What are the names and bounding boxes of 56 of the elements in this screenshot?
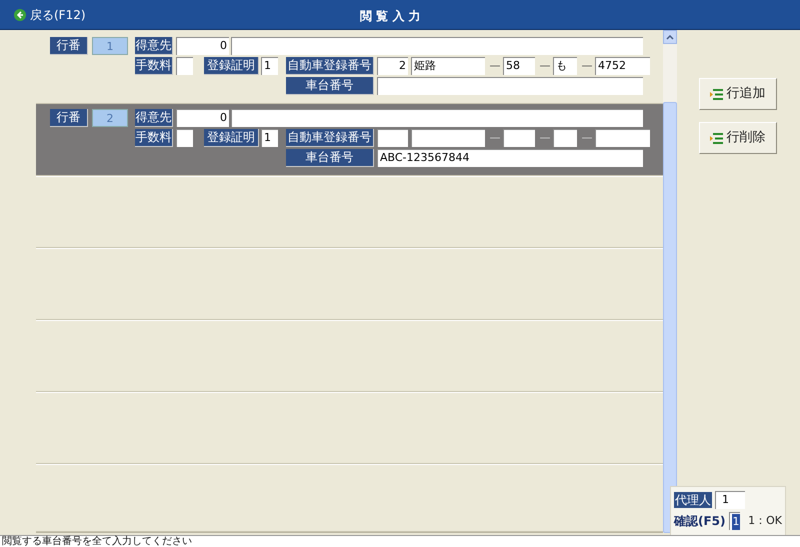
plate-field[interactable] — [553, 129, 577, 147]
field-label: 登録証明 — [204, 57, 259, 75]
back-button[interactable]: 戻る(F12) — [10, 4, 90, 26]
list-row[interactable]: 行番 2 得意先 0 手数料 登録証明 1 自動車登録番号 — — — 車台番号 ABC-123567844 — [36, 104, 663, 176]
separator: — — [488, 130, 502, 146]
separator: — — [488, 58, 502, 74]
plate-field[interactable] — [595, 129, 650, 147]
row-icon — [710, 132, 722, 144]
field-label: 代理人 — [674, 492, 712, 508]
row-number-field: 2 — [92, 109, 128, 127]
separator: — — [580, 58, 594, 74]
status-bar: 閲覧する車台番号を全て入力してください — [0, 535, 800, 547]
confirm-hint: 1：OK — [748, 512, 782, 529]
plate-field[interactable] — [377, 129, 408, 147]
plate-field[interactable] — [503, 129, 535, 147]
certificate-field[interactable]: 1 — [261, 57, 278, 75]
field-label: 手数料 — [135, 129, 173, 147]
caret-up-icon — [666, 34, 674, 40]
field-label: 車台番号 — [286, 77, 374, 95]
field-label: 登録証明 — [204, 129, 259, 147]
fee-field[interactable] — [176, 129, 193, 147]
customer-name-field[interactable] — [231, 109, 643, 127]
plate-field[interactable]: 4752 — [595, 57, 650, 75]
field-label: 得意先 — [135, 37, 173, 55]
confirm-field[interactable]: 1 — [728, 512, 740, 530]
plate-field[interactable]: 58 — [503, 57, 535, 75]
agent-field[interactable]: 1 — [715, 491, 745, 509]
back-arrow-icon — [14, 8, 26, 20]
field-label: 得意先 — [135, 109, 173, 127]
row-number-field: 1 — [92, 37, 128, 55]
chassis-number-field[interactable] — [377, 77, 643, 95]
field-label: 行番 — [50, 109, 88, 127]
field-label: 自動車登録番号 — [286, 129, 374, 147]
plate-field[interactable]: 姫路 — [411, 57, 485, 75]
action-button[interactable]: 行追加 — [698, 78, 776, 110]
field-label: 行番 — [50, 37, 88, 55]
scroll-up-button[interactable] — [663, 30, 677, 44]
window-title: 閲 覧 入 力 — [360, 8, 421, 25]
field-label: 手数料 — [135, 57, 173, 75]
separator: — — [538, 130, 552, 146]
action-button[interactable]: 行削除 — [698, 122, 776, 154]
chassis-number-field[interactable]: ABC-123567844 — [377, 149, 643, 167]
customer-code-field[interactable]: 0 — [176, 109, 229, 127]
row-icon — [710, 88, 722, 100]
certificate-field[interactable]: 1 — [261, 129, 278, 147]
customer-code-field[interactable]: 0 — [176, 37, 229, 55]
field-label: 自動車登録番号 — [286, 57, 374, 75]
separator: — — [580, 130, 594, 146]
field-label: 車台番号 — [286, 149, 374, 167]
separator: — — [538, 58, 552, 74]
confirm-label: 確認(F5) — [674, 513, 726, 530]
plate-field[interactable] — [411, 129, 485, 147]
fee-field[interactable] — [176, 57, 193, 75]
plate-field[interactable]: 2 — [377, 57, 408, 75]
plate-field[interactable]: も — [553, 57, 577, 75]
customer-name-field[interactable] — [231, 37, 643, 55]
